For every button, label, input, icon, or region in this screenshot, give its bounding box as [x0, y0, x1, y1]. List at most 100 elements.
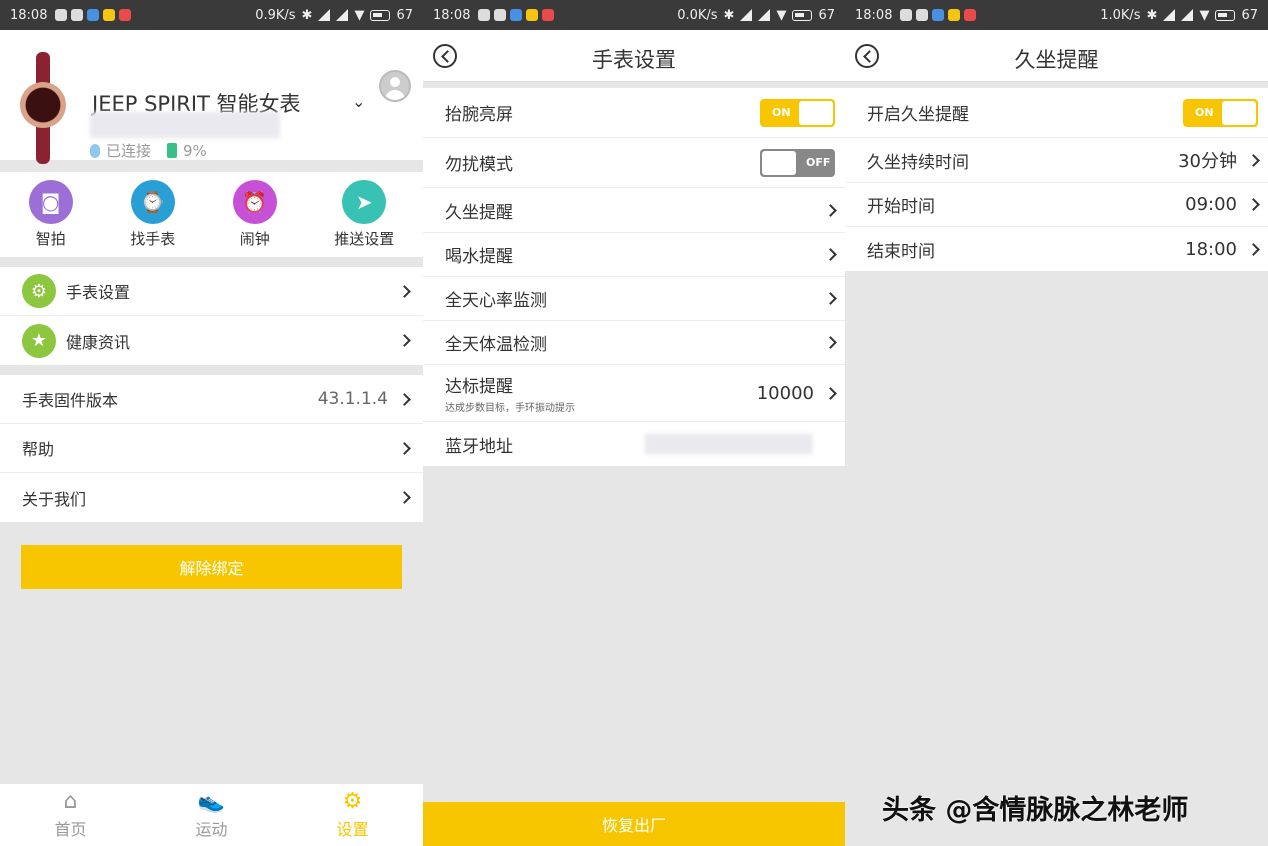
setting-water-reminder[interactable]: 喝水提醒	[423, 233, 845, 277]
tab-home[interactable]: ⌂ 首页	[54, 790, 86, 840]
avatar[interactable]	[379, 70, 411, 102]
notification-icons	[478, 9, 555, 21]
find-watch-icon: ⌚	[130, 180, 175, 224]
app-notification-icon	[510, 9, 523, 21]
app-notification-icon	[119, 9, 132, 21]
quick-action-push-settings[interactable]: ➤ 推送设置	[334, 180, 394, 249]
quick-action-smart-photo[interactable]: ◙ 智拍	[28, 180, 73, 249]
menu-item-label: 健康资讯	[66, 332, 131, 352]
setting-label: 开始时间	[867, 197, 935, 217]
signal-icon	[336, 9, 349, 21]
app-notification-icon	[932, 9, 945, 21]
page-title: 手表设置	[592, 48, 676, 72]
star-icon: ★	[22, 323, 56, 358]
connection-info: 已连接 9%	[90, 140, 207, 161]
tab-sport[interactable]: 👟 运动	[195, 790, 227, 840]
chevron-right-icon	[824, 292, 837, 305]
setting-heart-rate[interactable]: 全天心率监测	[423, 277, 845, 321]
menu-item-label: 关于我们	[22, 489, 87, 509]
bluetooth-icon: ✱	[1146, 7, 1158, 23]
watermark: 头条 @含情脉脉之林老师	[882, 795, 1189, 826]
chevron-right-icon	[398, 284, 411, 298]
settings-home-panel: 18:08 0.9K/s ✱ ▼ 67 JEEP SPIRIT 智能女表 ⌄ 已…	[0, 0, 423, 846]
chevron-right-icon	[824, 248, 837, 261]
signal-icon	[318, 9, 331, 21]
menu-item-label: 手表设置	[66, 283, 131, 302]
menu-item-firmware[interactable]: 手表固件版本 43.1.1.4	[0, 375, 423, 424]
wifi-icon: ▼	[354, 7, 365, 23]
menu-item-health-info[interactable]: ★ 健康资讯	[0, 316, 423, 365]
quick-actions: ◙ 智拍 ⌚ 找手表 ⏰ 闹钟 ➤ 推送设置	[0, 172, 423, 257]
signal-icon	[740, 9, 753, 21]
bottom-tab-bar: ⌂ 首页 👟 运动 ⚙ 设置	[0, 784, 423, 846]
notification-icons	[900, 9, 977, 21]
watch-image	[20, 52, 66, 164]
quick-action-find-watch[interactable]: ⌚ 找手表	[130, 180, 175, 249]
bluetooth-icon: ✱	[301, 7, 313, 23]
status-time: 18:08	[855, 7, 893, 23]
setting-bluetooth-address: 蓝牙地址	[423, 422, 845, 466]
quick-action-label: 找手表	[130, 230, 176, 248]
do-not-disturb-toggle[interactable]: OFF	[760, 148, 835, 177]
app-notification-icon	[964, 9, 977, 21]
status-time: 18:08	[433, 7, 471, 23]
battery-icon	[167, 143, 178, 158]
setting-label: 达标提醒	[445, 377, 513, 397]
status-bar: 18:08 1.0K/s ✱ ▼ 67	[845, 0, 1268, 30]
app-notification-icon	[71, 9, 84, 21]
gear-icon: ⚙	[22, 274, 56, 308]
firmware-version: 43.1.1.4	[317, 389, 388, 409]
send-icon: ➤	[342, 180, 387, 224]
menu-item-watch-settings[interactable]: ⚙ 手表设置	[0, 267, 423, 316]
setting-end-time[interactable]: 结束时间 18:00	[845, 227, 1268, 271]
factory-reset-button[interactable]: 恢复出厂	[423, 802, 845, 846]
app-notification-icon	[494, 9, 507, 21]
setting-temperature[interactable]: 全天体温检测	[423, 321, 845, 365]
chevron-right-icon	[398, 334, 411, 347]
nav-bar: 久坐提醒	[845, 30, 1268, 82]
battery-percent: 9%	[183, 141, 207, 160]
setting-sedentary-duration[interactable]: 久坐持续时间 30分钟	[845, 138, 1268, 183]
sedentary-toggle[interactable]: ON	[1183, 98, 1258, 127]
raise-to-wake-toggle[interactable]: ON	[760, 98, 835, 127]
notification-icons	[55, 9, 132, 21]
device-profile-card[interactable]: JEEP SPIRIT 智能女表 ⌄ 已连接 9%	[0, 30, 423, 164]
setting-goal-reminder[interactable]: 达标提醒 达成步数目标，手环振动提示 10000	[423, 365, 845, 422]
home-icon: ⌂	[63, 789, 78, 814]
tab-label: 设置	[336, 820, 369, 839]
chevron-right-icon	[824, 336, 837, 349]
app-notification-icon	[55, 9, 68, 21]
wifi-icon: ▼	[776, 7, 787, 23]
unbind-button[interactable]: 解除绑定	[21, 545, 402, 589]
battery-level: 67	[1241, 7, 1258, 23]
quick-action-label: 推送设置	[334, 230, 395, 248]
app-notification-icon	[916, 9, 929, 21]
menu-item-help[interactable]: 帮助	[0, 424, 423, 473]
watch-settings-panel: 18:08 0.0K/s ✱ ▼ 67 手表设置 抬腕亮屏 ON 勿扰模式 OF…	[423, 0, 845, 846]
setting-label: 久坐提醒	[445, 202, 513, 223]
app-notification-icon	[87, 9, 100, 21]
toggle-state: OFF	[806, 156, 831, 169]
setting-label: 开启久坐提醒	[867, 105, 969, 125]
setting-enable-sedentary: 开启久坐提醒 ON	[845, 88, 1268, 138]
setting-start-time[interactable]: 开始时间 09:00	[845, 183, 1268, 227]
app-notification-icon	[948, 9, 961, 21]
setting-label: 结束时间	[867, 241, 935, 262]
chevron-right-icon	[398, 392, 411, 406]
chevron-right-icon	[398, 491, 411, 504]
setting-do-not-disturb: 勿扰模式 OFF	[423, 138, 845, 188]
chevron-down-icon[interactable]: ⌄	[352, 92, 365, 111]
quick-action-alarm[interactable]: ⏰ 闹钟	[232, 180, 277, 249]
setting-sedentary-reminder[interactable]: 久坐提醒	[423, 188, 845, 233]
wifi-icon: ▼	[1199, 7, 1210, 23]
battery-icon	[370, 9, 391, 21]
blurred-region	[90, 112, 280, 138]
menu-item-about[interactable]: 关于我们	[0, 473, 423, 522]
tab-settings[interactable]: ⚙ 设置	[336, 790, 368, 840]
battery-icon	[792, 9, 813, 21]
camera-icon: ◙	[28, 180, 73, 224]
shoe-icon: 👟	[197, 789, 226, 814]
menu-item-label: 手表固件版本	[22, 391, 119, 410]
network-speed: 0.9K/s	[255, 7, 296, 23]
app-notification-icon	[900, 9, 913, 21]
